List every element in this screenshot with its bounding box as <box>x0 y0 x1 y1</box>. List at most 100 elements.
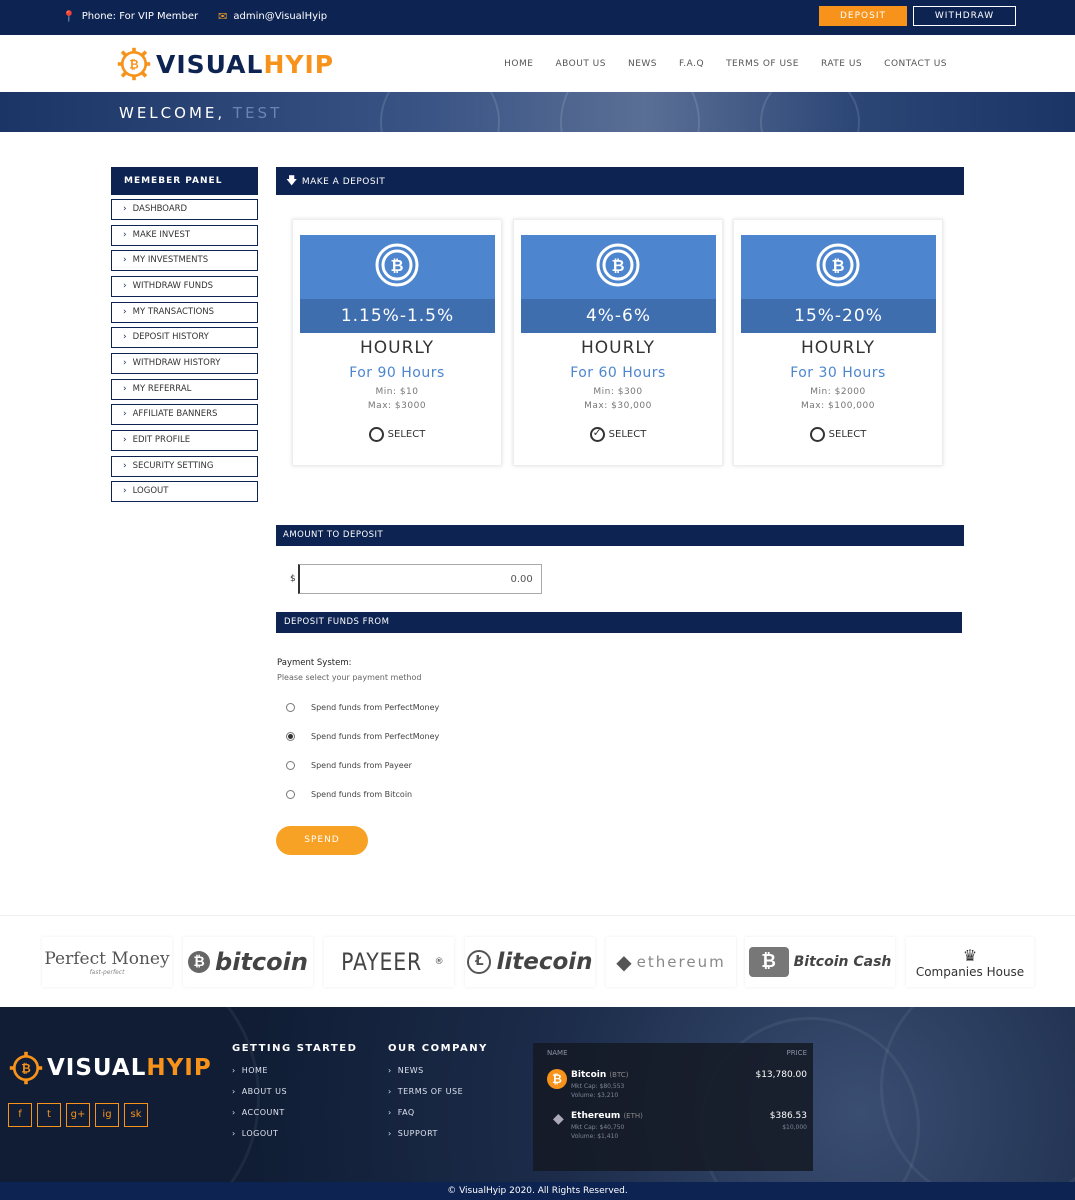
ticker-col-name: NAME <box>547 1049 568 1057</box>
nav-home[interactable]: HOME <box>504 59 533 69</box>
payment-option-payeer[interactable]: Spend funds from Payeer <box>286 761 412 770</box>
plan-card-header: ₿ 4%-6% <box>521 235 716 333</box>
plan-rate: 1.15%-1.5% <box>300 299 495 333</box>
amount-field-group: $ <box>290 564 542 594</box>
chevron-right-icon: › <box>123 384 127 394</box>
svg-text:₿: ₿ <box>21 1062 31 1076</box>
username: TEST <box>232 104 283 122</box>
sidebar-item-edit-profile[interactable]: › EDIT PROFILE <box>111 430 258 451</box>
chevron-right-icon: › <box>388 1129 392 1138</box>
footer: ₿ VISUALHYIP f t g+ ig sk GETTING STARTE… <box>0 1007 1075 1182</box>
footer-link-support[interactable]: › SUPPORT <box>388 1129 438 1138</box>
plan-duration: For 90 Hours <box>349 365 445 381</box>
ticker-price: $386.53 <box>769 1111 807 1121</box>
radio-button <box>286 761 295 770</box>
ticker-volume: Volume: $1,410 <box>571 1133 619 1140</box>
footer-link-faq[interactable]: › FAQ <box>388 1108 415 1117</box>
skype-icon[interactable]: sk <box>124 1103 148 1127</box>
plan-select-radio[interactable]: SELECT <box>514 426 722 442</box>
contact-info: 📍 Phone: For VIP Member ✉ admin@VisualHy… <box>62 10 327 23</box>
plan-rate: 4%-6% <box>521 299 716 333</box>
plan-max: Max: $3000 <box>367 401 427 411</box>
amount-header: AMOUNT TO DEPOSIT <box>276 525 964 546</box>
email-link[interactable]: admin@VisualHyip <box>233 11 327 22</box>
svg-text:₿: ₿ <box>390 256 403 275</box>
plan-max: Max: $30,000 <box>584 401 652 411</box>
crypto-price-ticker: NAME PRICE ₿ Bitcoin (BTC) Mkt Cap: $80,… <box>533 1043 813 1171</box>
welcome-banner: WELCOME, TEST <box>0 92 1075 132</box>
sidebar-item-my-referral[interactable]: › MY REFERRAL <box>111 379 258 400</box>
sidebar-item-deposit-history[interactable]: › DEPOSIT HISTORY <box>111 327 258 348</box>
nav-faq[interactable]: F.A.Q <box>679 59 704 69</box>
nav-contact-us[interactable]: CONTACT US <box>884 59 947 69</box>
check-circle-icon <box>589 426 605 442</box>
sidebar-item-withdraw-history[interactable]: › WITHDRAW HISTORY <box>111 353 258 374</box>
chevron-right-icon: › <box>388 1087 392 1096</box>
plan-card-2[interactable]: ₿ 4%-6% HOURLY For 60 Hours Min: $300 Ma… <box>513 219 723 466</box>
amount-input[interactable] <box>297 564 542 594</box>
spend-button[interactable]: SPEND <box>276 826 368 855</box>
withdraw-button[interactable]: WITHDRAW <box>913 6 1016 26</box>
footer-logo[interactable]: ₿ VISUALHYIP <box>8 1050 212 1086</box>
plan-period: HOURLY <box>580 338 656 358</box>
plan-select-radio[interactable]: SELECT <box>734 427 942 442</box>
sidebar-item-make-invest[interactable]: › MAKE INVEST <box>111 225 258 246</box>
sidebar-item-dashboard[interactable]: › DASHBOARD <box>111 199 258 220</box>
plan-max: Max: $100,000 <box>801 401 875 411</box>
nav-about-us[interactable]: ABOUT US <box>555 59 606 69</box>
our-company-title: OUR COMPANY <box>388 1043 488 1054</box>
radio-circle-icon <box>809 427 825 442</box>
logo-text: VISUALHYIP <box>156 49 335 79</box>
footer-logo-text: VISUALHYIP <box>47 1055 212 1081</box>
plan-card-3[interactable]: ₿ 15%-20% HOURLY For 30 Hours Min: $2000… <box>733 219 943 466</box>
plan-min: Min: $10 <box>375 387 419 397</box>
make-deposit-header: 🡇 MAKE A DEPOSIT <box>276 167 964 195</box>
google-plus-icon[interactable]: g+ <box>66 1103 90 1127</box>
twitter-icon[interactable]: t <box>37 1103 61 1127</box>
sidebar-item-affiliate-banners[interactable]: › AFFILIATE BANNERS <box>111 404 258 425</box>
facebook-icon[interactable]: f <box>8 1103 32 1127</box>
plan-card-1[interactable]: ₿ 1.15%-1.5% HOURLY For 90 Hours Min: $1… <box>292 219 502 466</box>
footer-link-about-us[interactable]: › ABOUT US <box>232 1087 287 1096</box>
plan-period: HOURLY <box>800 338 876 358</box>
footer-link-terms-of-use[interactable]: › TERMS OF USE <box>388 1087 463 1096</box>
sidebar-item-withdraw-funds[interactable]: › WITHDRAW FUNDS <box>111 276 258 297</box>
svg-text:₿: ₿ <box>611 256 624 275</box>
nav-rate-us[interactable]: RATE US <box>821 59 862 69</box>
plan-min: Min: $2000 <box>810 387 866 397</box>
chevron-right-icon: › <box>123 435 127 445</box>
chevron-right-icon: › <box>388 1066 392 1075</box>
nav-news[interactable]: NEWS <box>628 59 657 69</box>
sidebar-item-security-setting[interactable]: › SECURITY SETTING <box>111 456 258 477</box>
sidebar-item-my-investments[interactable]: › MY INVESTMENTS <box>111 250 258 271</box>
ticker-coin-name: Bitcoin (BTC) <box>571 1070 629 1080</box>
chevron-right-icon: › <box>123 255 127 265</box>
payment-partners-strip: Perfect Money fast-perfect ₿ bitcoin PAY… <box>0 915 1075 1007</box>
perfect-money-logo: Perfect Money fast-perfect <box>42 937 172 987</box>
ethereum-logo: ◆ ethereum <box>606 937 736 987</box>
footer-link-news[interactable]: › NEWS <box>388 1066 424 1075</box>
radio-button <box>286 790 295 799</box>
footer-link-home[interactable]: › HOME <box>232 1066 268 1075</box>
coin-background-decoration <box>880 1007 1075 1182</box>
phone-text: Phone: For VIP Member <box>81 11 199 22</box>
plan-select-radio[interactable]: SELECT <box>293 427 501 442</box>
footer-link-logout[interactable]: › LOGOUT <box>232 1129 278 1138</box>
deposit-button[interactable]: DEPOSIT <box>819 6 907 26</box>
sidebar-item-logout[interactable]: › LOGOUT <box>111 481 258 502</box>
bitcoin-cash-logo: ₿ Bitcoin Cash <box>745 937 895 987</box>
instagram-icon[interactable]: ig <box>95 1103 119 1127</box>
chevron-right-icon: › <box>123 307 127 317</box>
footer-link-account[interactable]: › ACCOUNT <box>232 1108 285 1117</box>
main-nav: HOME ABOUT US NEWS F.A.Q TERMS OF USE RA… <box>504 59 947 69</box>
sidebar-item-my-transactions[interactable]: › MY TRANSACTIONS <box>111 302 258 323</box>
location-pin-icon: 📍 <box>62 10 76 23</box>
payment-option-perfectmoney-1[interactable]: Spend funds from PerfectMoney <box>286 703 439 712</box>
payment-option-perfectmoney-2[interactable]: Spend funds from PerfectMoney <box>286 732 439 741</box>
gear-bitcoin-logo-icon: ₿ <box>9 1051 43 1085</box>
site-logo[interactable]: ₿ VISUALHYIP <box>116 46 334 82</box>
chevron-right-icon: › <box>123 332 127 342</box>
nav-terms-of-use[interactable]: TERMS OF USE <box>726 59 799 69</box>
payment-option-bitcoin[interactable]: Spend funds from Bitcoin <box>286 790 412 799</box>
currency-symbol: $ <box>290 574 296 584</box>
